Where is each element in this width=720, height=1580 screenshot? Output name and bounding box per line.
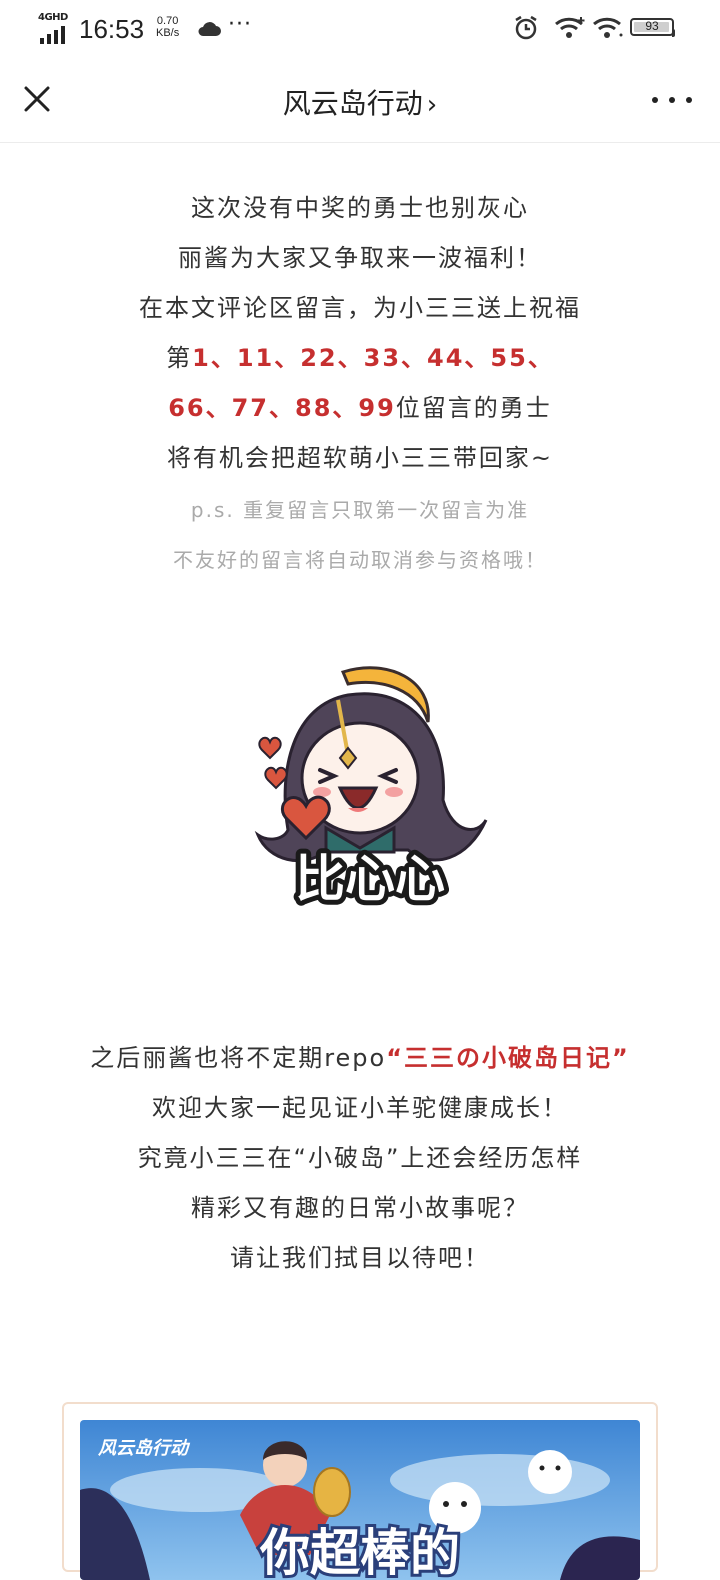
signal-strength-icon (40, 26, 65, 44)
battery-level: 93 (645, 19, 659, 33)
speed-value: 0.70 (156, 15, 179, 27)
article-line: 在本文评论区留言，为小三三送上祝福 (139, 294, 581, 322)
article-line-winners-2: 66、77、88、99位留言的勇士 (0, 388, 720, 423)
more-options-button[interactable] (652, 88, 692, 112)
banner-logo: 风云岛行动 (98, 1438, 191, 1459)
cloud-icon (198, 22, 221, 36)
account-name: 风云岛行动 (282, 87, 423, 120)
bi-xin-sticker-image: 比心心 (254, 666, 488, 910)
article-note: p.s. 重复留言只取第一次留言为准 (190, 498, 530, 522)
game-banner-image[interactable]: 风云岛行动 你超棒的 (80, 1420, 640, 1580)
battery-tip (672, 29, 675, 37)
article-line: 将有机会把超软萌小三三带回家~ (166, 444, 554, 472)
winners-prefix: 第 (166, 344, 193, 372)
repo-prefix: 之后丽酱也将不定期repo (90, 1044, 387, 1072)
winner-numbers: 1、11、22、33、44、55、 (192, 344, 554, 372)
banner-headline: 你超棒的 (259, 1524, 460, 1580)
article-line-winners-1: 第1、11、22、33、44、55、 (0, 338, 720, 373)
article-line: 精彩又有趣的日常小故事呢？ (191, 1194, 529, 1222)
article-line-repo: 之后丽酱也将不定期repo“三三の小破岛日记” (0, 1038, 720, 1073)
dot-icon (652, 97, 658, 103)
article-line: 请让我们拭目以待吧！ (230, 1244, 490, 1272)
wifi-secondary-icon (593, 17, 623, 38)
article-note: 不友好的留言将自动取消参与资格哦！ (173, 548, 547, 572)
article-line: 欢迎大家一起见证小羊驼健康成长！ (152, 1094, 568, 1122)
winner-numbers: 66、77、88、99 (168, 394, 396, 422)
alarm-icon (515, 15, 537, 40)
winners-suffix: 位留言的勇士 (395, 394, 552, 422)
dot-icon (669, 97, 675, 103)
more-notifications-icon: ··· (228, 12, 252, 37)
network-speed: 0.70 KB/s (156, 15, 179, 39)
wifi-icon (555, 17, 585, 38)
article-line: 这次没有中奖的勇士也别灰心 (191, 194, 529, 222)
article-line: 丽酱为大家又争取来一波福利！ (178, 244, 542, 272)
sticker-caption: 比心心 (295, 850, 445, 908)
speed-unit: KB/s (156, 27, 180, 39)
dot-icon (686, 97, 692, 103)
navigation-bar: 风云岛行动 › (0, 58, 720, 143)
chevron-right-icon: › (426, 90, 438, 120)
network-type: 4GHD (38, 12, 68, 23)
clock-time: 16:53 (79, 14, 145, 44)
diary-title-highlight: “三三の小破岛日记” (386, 1044, 630, 1072)
account-title-link[interactable]: 风云岛行动 › (0, 82, 720, 122)
battery-icon: 93 (630, 18, 675, 37)
article-line: 究竟小三三在“小破岛”上还会经历怎样 (137, 1144, 583, 1172)
status-bar: 4GHD 16:53 0.70 KB/s ··· 93 (0, 0, 720, 58)
